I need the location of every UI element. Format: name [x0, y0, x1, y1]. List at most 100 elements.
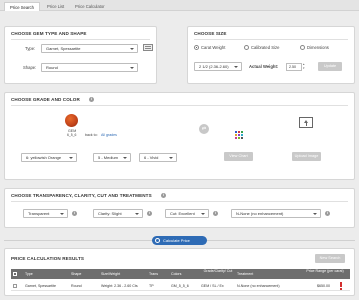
hue-select[interactable]: 6: yellowish Orange — [21, 153, 77, 162]
radio-calibrated-size-label: Calibrated Size — [251, 45, 280, 50]
row-size: Weight: 2.36 - 2.60 Cts — [101, 284, 138, 288]
size-range-value: 2 1/2 (2.36-2.60) — [199, 64, 229, 69]
size-range-select[interactable]: 2 1/2 (2.36-2.60) — [194, 62, 242, 71]
info-icon[interactable]: i — [72, 211, 77, 216]
results-table-header: Type Shape Size/Weight Trans Colors Grad… — [11, 269, 350, 279]
chevron-down-icon — [69, 156, 73, 159]
col-colors: Colors — [171, 271, 182, 276]
cut-select[interactable]: Cut: Excellent — [165, 209, 209, 218]
chevron-down-icon — [201, 212, 205, 215]
col-treatment: Treatment — [237, 271, 254, 276]
chevron-down-icon — [234, 65, 238, 68]
transparency-select[interactable]: Transparent — [23, 209, 68, 218]
radio-calibrated-size[interactable] — [244, 45, 249, 50]
saturation-select[interactable]: 6 - Vivid — [139, 153, 177, 162]
row-type: Garnet, Spessartite — [25, 284, 56, 288]
transparency-panel: CHOOSE TRANSPARENCY, CLARITY, CUT AND TR… — [4, 188, 355, 228]
chevron-down-icon — [123, 156, 127, 159]
col-type: Type — [25, 271, 33, 276]
actual-weight-label: Actual Weight: — [249, 64, 279, 69]
calculate-price-label: Calculate Price — [163, 238, 190, 243]
divider — [194, 39, 348, 40]
upload-folder-icon — [299, 117, 313, 128]
row-treatment: N-None (no enhancement) — [237, 284, 280, 288]
color-chart-icon — [235, 131, 243, 140]
size-panel: CHOOSE SIZE Carat Weight Calibrated Size… — [187, 26, 355, 84]
transparency-title: CHOOSE TRANSPARENCY, CLARITY, CUT AND TR… — [11, 193, 152, 198]
update-button[interactable]: Update — [318, 62, 342, 71]
divider — [11, 105, 348, 106]
divider — [11, 201, 348, 202]
gem-type-panel: CHOOSE GEM TYPE AND SHAPE Type: Garnet, … — [4, 26, 157, 84]
info-icon[interactable]: i — [89, 96, 94, 102]
gem-type-title: CHOOSE GEM TYPE AND SHAPE — [11, 31, 87, 36]
upload-image-button[interactable]: Upload Image — [292, 152, 321, 161]
transparency-select-value: Transparent — [28, 211, 50, 216]
all-grades-link[interactable]: All grades — [101, 133, 117, 137]
row-shape: Round — [71, 284, 82, 288]
tab-price-search[interactable]: Price Search — [4, 2, 40, 11]
col-grade: Grade/Clarity/ Cut — [203, 269, 233, 273]
alert-icon-dot — [340, 288, 342, 290]
refresh-icon — [155, 238, 160, 243]
chevron-down-icon — [60, 212, 64, 215]
saturation-select-value: 6 - Vivid — [144, 155, 159, 160]
info-icon[interactable]: i — [161, 192, 166, 198]
size-title: CHOOSE SIZE — [194, 31, 227, 36]
compare-icon[interactable]: ⇄ — [199, 124, 209, 134]
col-trans: Trans — [149, 271, 159, 276]
tab-price-list[interactable]: Price List — [42, 2, 69, 11]
stepper-icon[interactable]: ▴ ▾ — [303, 62, 306, 70]
info-icon[interactable]: i — [325, 211, 330, 216]
chevron-down-icon — [169, 156, 173, 159]
info-icon[interactable]: i — [147, 211, 152, 216]
col-size: Size/Weight — [101, 271, 121, 276]
results-title: PRICE CALCULATION RESULTS — [11, 256, 85, 261]
actual-weight-input[interactable]: 2.50 — [286, 62, 302, 71]
keyboard-icon[interactable] — [143, 44, 153, 51]
row-price: $650.00 — [317, 284, 330, 288]
tone-select-value: 5 - Medium — [98, 155, 119, 160]
radio-dimensions-label: Dimensions — [307, 45, 329, 50]
divider — [11, 39, 150, 40]
row-trans: TP — [149, 284, 154, 288]
chevron-down-icon — [130, 47, 134, 50]
col-price: Price Range (per carat) — [306, 269, 344, 273]
table-row[interactable]: Garnet, Spessartite Round Weight: 2.36 -… — [11, 281, 350, 291]
radio-carat-weight[interactable] — [194, 45, 199, 50]
shape-select[interactable]: Round — [41, 63, 138, 72]
type-label: Type: — [25, 46, 36, 51]
tab-price-calculator[interactable]: Price Calculator — [70, 2, 110, 11]
chevron-down-icon — [135, 212, 139, 215]
treatment-select-value: N-None (no enhancement) — [236, 211, 284, 216]
shape-label: Shape: — [23, 65, 37, 70]
info-icon[interactable]: i — [213, 211, 218, 216]
grade-title: CHOOSE GRADE AND COLOR — [11, 97, 80, 102]
row-colors: GM_5_5_6 — [171, 284, 189, 288]
row-grade: GEM / SL / Ex — [201, 284, 224, 288]
shape-select-value: Round — [46, 65, 58, 70]
radio-dimensions[interactable] — [300, 45, 305, 50]
tone-select[interactable]: 5 - Medium — [93, 153, 131, 162]
type-select-value: Garnet, Spessartite — [46, 46, 81, 51]
row-checkbox[interactable] — [13, 283, 17, 288]
gem-color-code: 6_5_6 — [67, 133, 77, 137]
col-shape: Shape — [71, 271, 82, 276]
view-chart-button[interactable]: View Chart — [224, 152, 253, 161]
treatment-select[interactable]: N-None (no enhancement) — [231, 209, 321, 218]
new-search-button[interactable]: New Search — [315, 254, 345, 263]
clarity-select[interactable]: Clarity: Slight — [93, 209, 143, 218]
calculate-price-button[interactable]: Calculate Price — [152, 236, 207, 245]
clarity-select-value: Clarity: Slight — [98, 211, 122, 216]
hue-select-value: 6: yellowish Orange — [26, 155, 62, 160]
type-select[interactable]: Garnet, Spessartite — [41, 44, 138, 53]
gem-color-swatch — [65, 114, 78, 127]
chevron-down-icon — [313, 212, 317, 215]
radio-carat-weight-label: Carat Weight — [201, 45, 226, 50]
tab-bar: Price Search Price List Price Calculator — [0, 0, 359, 11]
cut-select-value: Cut: Excellent — [170, 211, 195, 216]
alert-icon[interactable] — [340, 282, 342, 287]
results-panel: PRICE CALCULATION RESULTS New Search Typ… — [4, 248, 355, 296]
select-all-checkbox[interactable] — [13, 271, 17, 276]
chevron-down-icon — [130, 66, 134, 69]
